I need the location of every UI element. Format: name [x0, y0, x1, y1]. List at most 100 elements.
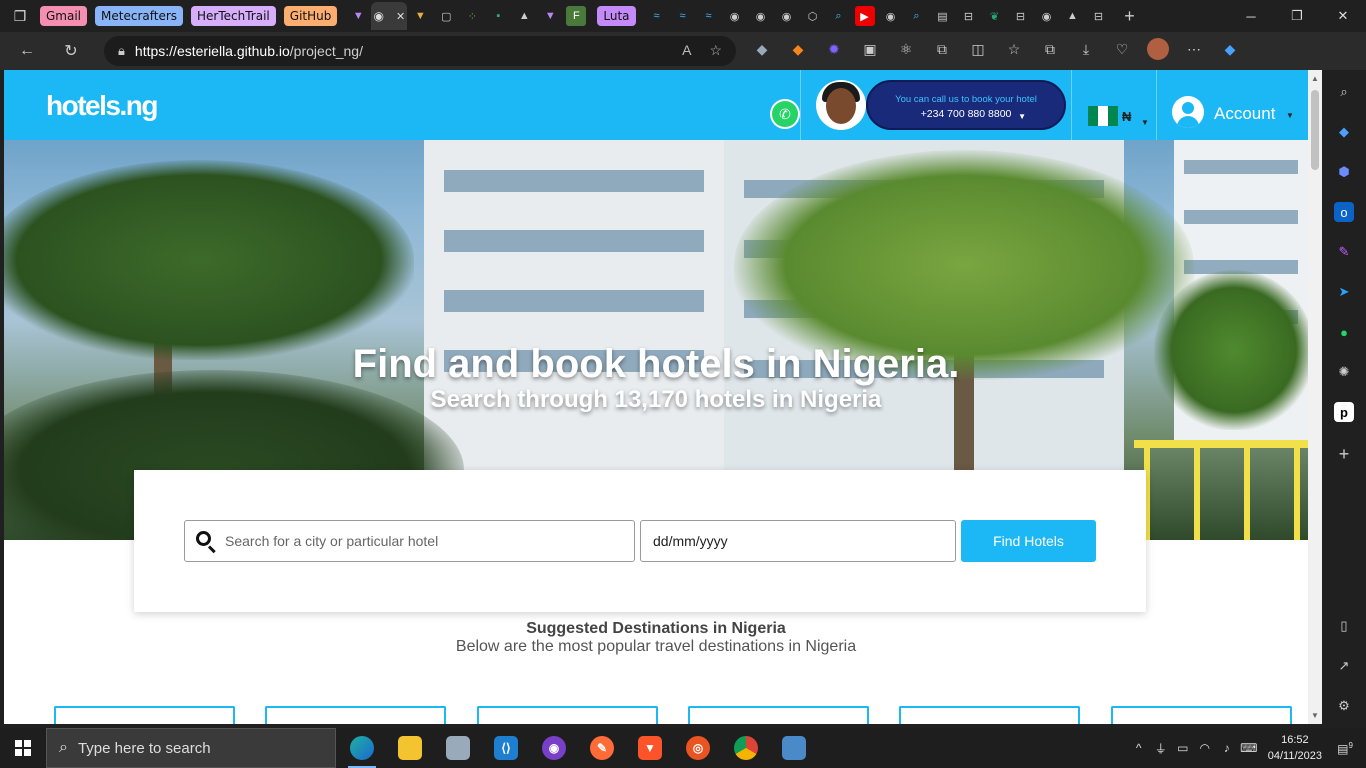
destination-card[interactable] — [899, 706, 1080, 724]
tab-green-icon[interactable]: ▪ — [488, 6, 508, 26]
destination-card[interactable] — [477, 706, 658, 724]
tab-vite-icon-3[interactable]: ▼ — [540, 6, 560, 26]
tab-tailwind-icon-2[interactable]: ≈ — [673, 6, 693, 26]
scroll-down-icon[interactable]: ▼ — [1311, 711, 1319, 720]
tray-keyboard-icon[interactable]: ⌨ — [1238, 741, 1260, 755]
split-screen-icon[interactable]: ◫ — [966, 36, 990, 62]
copilot-ext-icon[interactable]: ◆ — [750, 36, 774, 62]
sidebar-panel-icon[interactable]: ▯ — [1334, 616, 1354, 636]
sidebar-shopping-icon[interactable]: ◆ — [1334, 122, 1354, 142]
taskbar-search-box[interactable]: ⌕ Type here to search — [46, 728, 336, 768]
sidebar-designer-icon[interactable]: ✎ — [1334, 242, 1354, 262]
sidebar-outlook-icon[interactable]: o — [1334, 202, 1354, 222]
tab-vite-icon[interactable]: ▼ — [348, 6, 368, 26]
checkin-date-input[interactable] — [653, 533, 943, 549]
downloads-icon[interactable]: ⤓ — [1074, 36, 1098, 62]
tab-github-icon-3[interactable]: ◉ — [777, 6, 797, 26]
close-window-icon[interactable]: ✕ — [1320, 0, 1366, 32]
tab-window-icon[interactable]: ⊟ — [959, 6, 979, 26]
tab-f-icon[interactable]: F — [566, 6, 587, 26]
destination-card[interactable] — [1111, 706, 1292, 724]
sidebar-p-icon[interactable]: p — [1334, 402, 1354, 422]
tab-github-icon-2[interactable]: ◉ — [751, 6, 771, 26]
tab-stack-icon[interactable]: ▤ — [933, 6, 953, 26]
scroll-up-icon[interactable]: ▲ — [1311, 74, 1319, 83]
tray-chevron-up-icon[interactable]: ^ — [1128, 741, 1150, 755]
restore-icon[interactable]: ❐ — [1274, 0, 1320, 32]
extensions-icon[interactable]: ⧉ — [930, 36, 954, 62]
destination-card[interactable] — [54, 706, 235, 724]
tab-tailwind-icon[interactable]: ≈ — [647, 6, 667, 26]
chrome-taskbar-icon[interactable] — [722, 728, 770, 768]
nigeria-flag-icon[interactable] — [1088, 106, 1118, 126]
metamask-icon[interactable]: ◆ — [786, 36, 810, 62]
sidebar-telegram-icon[interactable]: ➤ — [1334, 282, 1354, 302]
tab-triangle-icon[interactable]: ▲ — [514, 6, 534, 26]
tab-close-icon[interactable]: ✕ — [396, 10, 405, 23]
performance-icon[interactable]: ♡ — [1110, 36, 1134, 62]
tab-group-luta[interactable]: Luta — [597, 6, 636, 26]
tab-window-icon-3[interactable]: ⊟ — [1089, 6, 1109, 26]
back-icon[interactable]: ← — [10, 36, 44, 66]
postman-taskbar-icon[interactable]: ✎ — [578, 728, 626, 768]
sidebar-settings-icon[interactable]: ⚙ — [1334, 696, 1354, 716]
destination-card[interactable] — [688, 706, 869, 724]
notification-center-icon[interactable]: ▤9 — [1334, 741, 1356, 756]
address-bar[interactable]: 🔒︎ https://esteriella.github.io/project_… — [104, 36, 736, 66]
tray-volume-icon[interactable]: ♪ — [1216, 741, 1238, 755]
workspaces-icon[interactable]: ❐ — [0, 0, 40, 32]
sidebar-add-icon[interactable]: + — [1334, 444, 1354, 464]
favorites-icon[interactable]: ☆ — [1002, 36, 1026, 62]
tab-github-icon-4[interactable]: ◉ — [881, 6, 901, 26]
tab-vite-icon-2[interactable]: ▼ — [410, 6, 430, 26]
copilot-icon[interactable]: ◆ — [1218, 36, 1242, 62]
refresh-icon[interactable]: ↻ — [54, 36, 88, 66]
call-to-book-dropdown[interactable]: You can call us to book your hotel +234 … — [866, 80, 1066, 130]
react-devtools-icon[interactable]: ⚛ — [894, 36, 918, 62]
sidebar-tools-icon[interactable]: ⬢ — [1334, 162, 1354, 182]
destination-card[interactable] — [265, 706, 446, 724]
sidebar-chatgpt-icon[interactable]: ✺ — [1334, 362, 1354, 382]
windows-start-icon[interactable] — [0, 728, 46, 768]
tab-dots-icon[interactable]: ⁘ — [462, 6, 482, 26]
minimize-icon[interactable]: ─ — [1228, 0, 1274, 32]
site-logo[interactable]: hotels.ng — [46, 90, 158, 122]
brave-taskbar-icon[interactable]: ▼ — [626, 728, 674, 768]
account-user-icon[interactable] — [1172, 96, 1204, 128]
new-tab-icon[interactable]: + — [1120, 6, 1140, 26]
tab-youtube-icon[interactable]: ▶ — [854, 6, 875, 26]
more-options-icon[interactable]: ⋯ — [1182, 36, 1206, 62]
notion-ext-icon[interactable]: ▣ — [858, 36, 882, 62]
tab-group-github[interactable]: GitHub — [283, 6, 338, 26]
whatsapp-icon[interactable]: ✆ — [770, 99, 800, 129]
edge-taskbar-icon[interactable] — [338, 728, 386, 768]
tray-wifi-icon[interactable]: ◠ — [1194, 741, 1216, 755]
tab-hex-icon[interactable]: ⬡ — [803, 6, 823, 26]
github-desktop-taskbar-icon[interactable]: ◉ — [530, 728, 578, 768]
sidebar-search-icon[interactable]: ⌕ — [1334, 82, 1354, 102]
collections-icon[interactable]: ⧉ — [1038, 36, 1062, 62]
tab-document-icon[interactable]: ▢ — [436, 6, 456, 26]
active-tab[interactable]: ◉ ✕ — [371, 2, 408, 30]
tab-window-icon-2[interactable]: ⊟ — [1011, 6, 1031, 26]
taskbar-clock[interactable]: 16:52 04/11/2023 — [1268, 732, 1322, 764]
tab-github-icon-5[interactable]: ◉ — [1037, 6, 1057, 26]
image-viewer-taskbar-icon[interactable] — [770, 728, 818, 768]
file-explorer-taskbar-icon[interactable] — [386, 728, 434, 768]
currency-symbol[interactable]: ₦ — [1122, 109, 1131, 124]
tab-search-icon-2[interactable]: ⌕ — [907, 6, 927, 26]
tab-group-gmail[interactable]: Gmail — [40, 6, 88, 26]
read-aloud-icon[interactable]: A — [682, 42, 691, 59]
vscode-taskbar-icon[interactable]: ⟨⟩ — [482, 728, 530, 768]
favorite-star-icon[interactable]: ☆ — [709, 42, 722, 59]
scroll-thumb[interactable] — [1311, 90, 1319, 170]
tab-leaf-icon[interactable]: ❦ — [985, 6, 1005, 26]
hotel-search-input[interactable] — [225, 533, 625, 549]
purple-ext-icon[interactable]: ✹ — [822, 36, 846, 62]
profile-avatar[interactable] — [1146, 36, 1170, 62]
tray-battery-icon[interactable]: ▭ — [1172, 741, 1194, 755]
page-scrollbar[interactable]: ▲ ▼ — [1308, 70, 1322, 724]
ubuntu-taskbar-icon[interactable]: ◎ — [674, 728, 722, 768]
search-field[interactable] — [184, 520, 635, 562]
tab-tailwind-icon-3[interactable]: ≈ — [699, 6, 719, 26]
